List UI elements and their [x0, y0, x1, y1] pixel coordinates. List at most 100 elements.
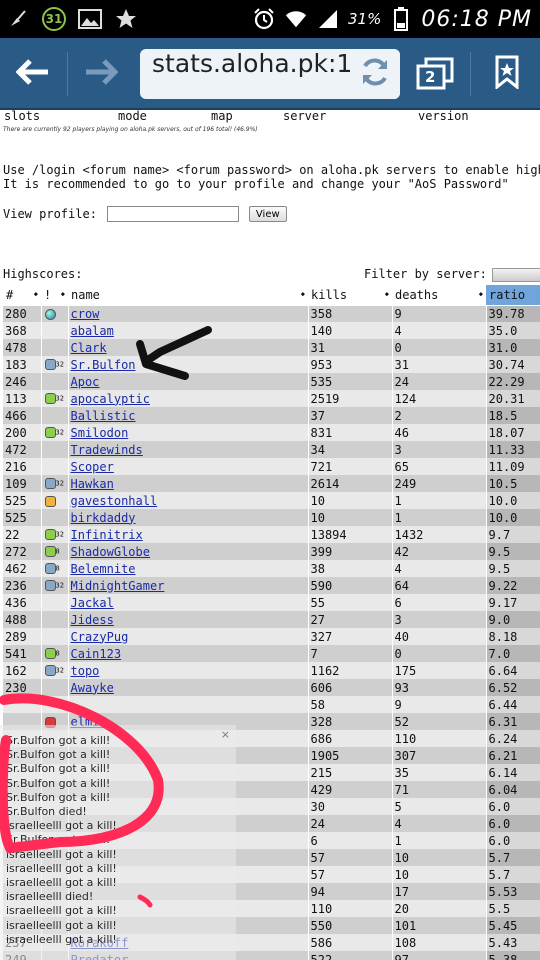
ratio-cell: 5.53 [486, 883, 540, 900]
player-profile-link[interactable]: gavestonhall [71, 494, 158, 508]
player-name-cell[interactable]: Apoc [68, 373, 309, 390]
player-profile-link[interactable]: Smilodon [71, 426, 129, 440]
sort-icon: ◆ [60, 290, 65, 298]
player-name-cell[interactable]: topo [68, 662, 309, 679]
player-profile-link[interactable]: Cain123 [71, 647, 122, 661]
player-profile-link[interactable]: Jidess [71, 613, 114, 627]
player-profile-link[interactable]: CrazyPug [71, 630, 129, 644]
player-name-cell[interactable]: Jackal [68, 594, 309, 611]
player-profile-link[interactable]: Awayke [71, 681, 114, 695]
header-deaths[interactable]: deaths ◆ [392, 285, 486, 306]
player-profile-link[interactable]: Belemnite [71, 562, 136, 576]
player-name-cell[interactable]: Clark [68, 339, 309, 356]
ratio-cell: 18.5 [486, 407, 540, 424]
ratio-cell: 5.38 [486, 951, 540, 960]
player-name-cell[interactable]: Sr.Bulfon [68, 356, 309, 373]
ratio-cell: 6.0 [486, 798, 540, 815]
player-name-cell[interactable]: gavestonhall [68, 492, 309, 509]
player-name-cell[interactable]: Smilodon [68, 424, 309, 441]
header-kills[interactable]: kills ◆ [308, 285, 392, 306]
player-name-cell[interactable]: crow [68, 305, 309, 322]
reload-icon [358, 55, 392, 93]
player-name-cell[interactable]: Tradewinds [68, 441, 309, 458]
kill-feed-line: israelleelll got a kill! [6, 918, 117, 932]
player-profile-link[interactable]: abalam [71, 324, 114, 338]
player-name-cell[interactable]: Jidess [68, 611, 309, 628]
player-name-cell[interactable]: MidnightGamer [68, 577, 309, 594]
player-profile-link[interactable]: apocalyptic [71, 392, 150, 406]
player-profile-link[interactable]: Infinitrix [71, 528, 143, 542]
kills-cell: 399 [308, 543, 393, 560]
kills-cell: 38 [308, 560, 393, 577]
player-name-cell[interactable]: abalam [68, 322, 309, 339]
rank-cell: 162 [3, 662, 42, 679]
sort-icon: ◆ [478, 290, 483, 298]
clock-time: 06:18 PM [421, 6, 532, 32]
reload-button[interactable] [350, 49, 400, 99]
column-mode[interactable]: mode [118, 110, 147, 123]
player-profile-link[interactable]: MidnightGamer [71, 579, 165, 593]
deaths-cell: 2 [392, 407, 487, 424]
player-name-cell[interactable]: Scoper [68, 458, 309, 475]
header-ratio[interactable]: ratio [486, 285, 540, 306]
flags-cell: 32 [41, 662, 69, 679]
kills-cell: 550 [308, 917, 393, 934]
table-row: 472 Tradewinds 34 3 11.33 [3, 441, 540, 458]
player-profile-link[interactable]: Hawkan [71, 477, 114, 491]
player-profile-link[interactable]: Apoc [71, 375, 100, 389]
player-name-cell[interactable]: CrazyPug [68, 628, 309, 645]
ratio-cell: 20.31 [486, 390, 540, 407]
status-bar-right: 31% 06:18 PM [252, 4, 532, 34]
header-rank[interactable]: # ◆ [3, 285, 41, 306]
profile-name-input[interactable] [106, 206, 239, 222]
ratio-cell: 9.7 [486, 526, 540, 543]
column-version[interactable]: version [418, 110, 469, 123]
player-name-cell[interactable]: ShadowGlobe [68, 543, 309, 560]
player-profile-link[interactable]: birkdaddy [71, 511, 136, 525]
player-name-cell[interactable]: Hawkan [68, 475, 309, 492]
player-name-cell[interactable]: Ballistic [68, 407, 309, 424]
deaths-cell: 42 [392, 543, 487, 560]
close-icon[interactable]: × [221, 728, 230, 741]
player-name-cell[interactable]: Belemnite [68, 560, 309, 577]
player-profile-link[interactable]: topo [71, 664, 100, 678]
kills-cell: 831 [308, 424, 393, 441]
column-map[interactable]: map [211, 110, 233, 123]
back-button[interactable] [0, 38, 66, 110]
column-server[interactable]: server [283, 110, 326, 123]
player-name-cell[interactable]: Cain123 [68, 645, 309, 662]
player-name-cell[interactable]: Infinitrix [68, 526, 309, 543]
ratio-cell: 5.7 [486, 866, 540, 883]
deaths-cell: 52 [392, 713, 487, 730]
login-line-2: It is recommended to go to your profile … [3, 177, 509, 191]
player-profile-link[interactable]: ShadowGlobe [71, 545, 150, 559]
player-profile-link[interactable]: Jackal [71, 596, 114, 610]
back-arrow-icon [15, 59, 50, 89]
kill-feed-line: israelleelll got a kill! [6, 847, 117, 861]
table-row: 113 32 apocalyptic 2519 124 20.31 [3, 390, 540, 407]
player-name-cell[interactable]: birkdaddy [68, 509, 309, 526]
player-profile-link[interactable]: Tradewinds [71, 443, 143, 457]
header-name[interactable]: name ◆ [68, 285, 308, 306]
view-profile-button[interactable]: View [248, 206, 287, 222]
player-profile-link[interactable]: Clark [71, 341, 107, 355]
player-profile-link[interactable]: Sr.Bulfon [71, 358, 136, 372]
player-name-cell[interactable] [68, 696, 309, 713]
column-slots[interactable]: slots [4, 110, 40, 123]
url-text[interactable]: stats.aloha.pk:1 [152, 49, 352, 99]
bookmark-button[interactable] [474, 38, 540, 110]
deaths-cell: 0 [392, 645, 487, 662]
forward-button[interactable] [68, 38, 134, 110]
server-filter-select[interactable] [492, 268, 540, 282]
kills-cell: 13894 [308, 526, 393, 543]
player-profile-link[interactable]: crow [71, 307, 100, 321]
player-profile-link[interactable]: Ballistic [71, 409, 136, 423]
player-profile-link[interactable]: Scoper [71, 460, 114, 474]
kills-cell: 327 [308, 628, 393, 645]
address-bar[interactable]: stats.aloha.pk:1 [140, 49, 400, 99]
tabs-button[interactable]: 2 [405, 38, 465, 110]
header-flags[interactable]: ! ◆ [41, 285, 68, 306]
star-icon [114, 7, 138, 31]
player-name-cell[interactable]: Awayke [68, 679, 309, 696]
player-name-cell[interactable]: apocalyptic [68, 390, 309, 407]
